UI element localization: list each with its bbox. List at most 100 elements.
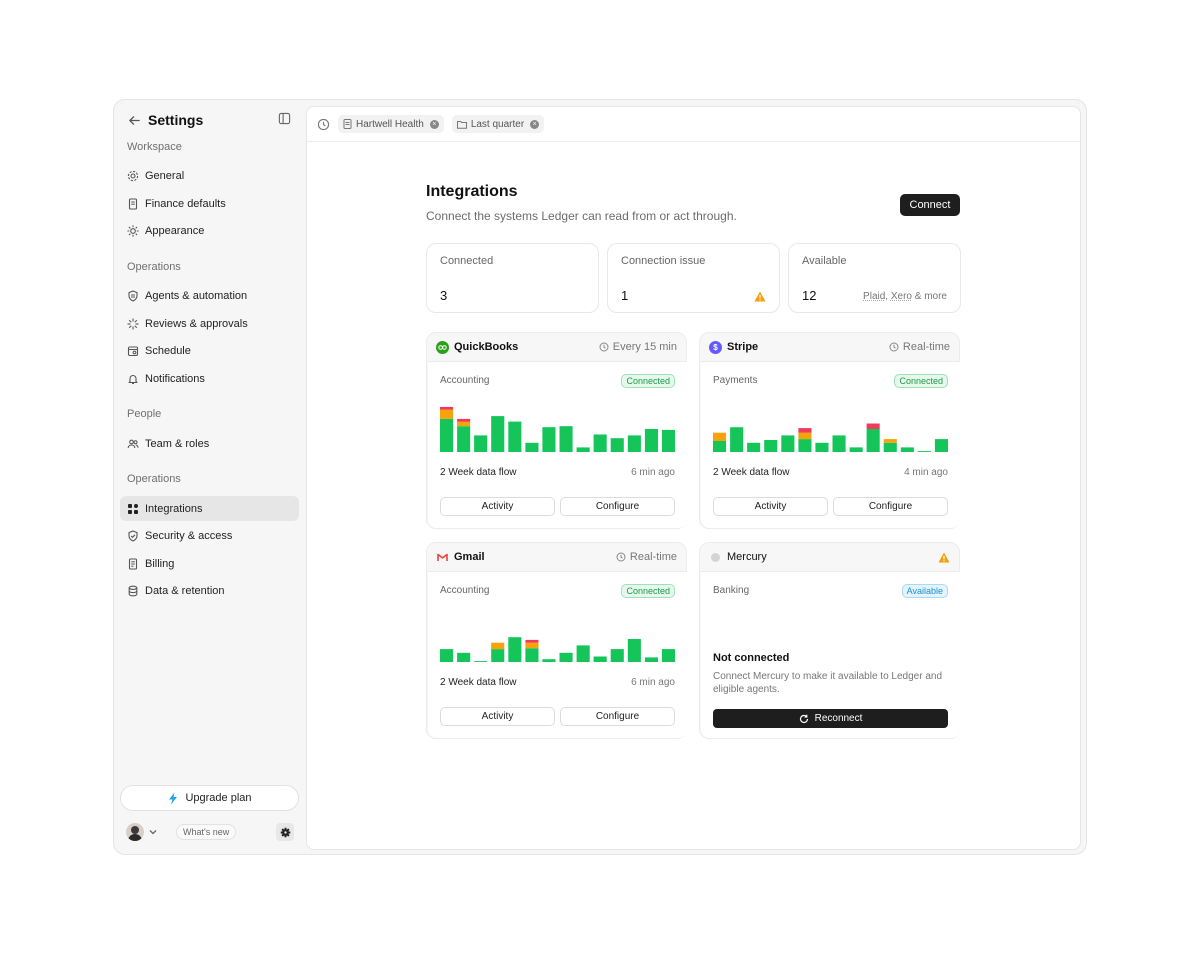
sidebar-item-security-access[interactable]: Security & access [120, 523, 299, 548]
not-connected-description: Connect Mercury to make it available to … [713, 671, 943, 695]
configure-button[interactable]: Configure [833, 497, 948, 516]
flow-bar-ok [883, 442, 897, 452]
sidebar-item-reviews-approvals[interactable]: Reviews & approvals [120, 311, 299, 336]
flow-bar-err [440, 406, 454, 410]
data-flow-label: 2 Week data flow [440, 677, 517, 688]
sidebar-item-general[interactable]: General [120, 163, 299, 188]
document-icon [343, 119, 352, 129]
flow-bar-ok [474, 661, 488, 662]
sidebar-item-label: Finance defaults [145, 197, 226, 210]
filter-chip-period[interactable]: Last quarter × [451, 115, 545, 133]
calendar-icon [126, 344, 139, 357]
sidebar-item-label: Integrations [145, 502, 203, 515]
page-subtitle: Connect the systems Ledger can read from… [426, 209, 737, 223]
integration-name: QuickBooks [454, 341, 519, 353]
flow-bar-ok [576, 645, 590, 662]
avatar[interactable] [126, 823, 144, 841]
sidebar-item-label: Data & retention [145, 584, 225, 597]
sidebar-item-appearance[interactable]: Appearance [120, 218, 299, 243]
stat-label: Connected [440, 255, 494, 267]
filter-bar: Hartwell Health × Last quarter × [307, 107, 1080, 142]
flow-bar-ok [474, 435, 488, 452]
flow-bar-ok [542, 427, 556, 452]
flow-bar-err [525, 639, 539, 643]
reconnect-button[interactable]: Reconnect [713, 709, 948, 728]
provider-plaid-link[interactable]: Plaid [863, 291, 885, 302]
flow-bar-ok [866, 429, 880, 452]
flow-bar-ok [849, 447, 863, 452]
configure-button[interactable]: Configure [560, 707, 675, 726]
close-icon[interactable]: × [429, 119, 439, 129]
sidebar-item-label: Billing [145, 557, 175, 570]
flow-bar-ok [730, 427, 744, 452]
whats-new-button[interactable]: What's new [176, 824, 237, 840]
last-updated: 6 min ago [631, 467, 675, 478]
sidebar-item-integrations[interactable]: Integrations [120, 496, 299, 521]
spinner-icon [126, 317, 139, 330]
flow-bar-ok [644, 429, 658, 452]
flow-bar-warn [457, 421, 471, 427]
status-badge: Connected [621, 374, 675, 388]
sun-icon [126, 224, 139, 237]
sidebar-toggle-icon[interactable] [278, 112, 294, 128]
frequency-label: Every 15 min [612, 341, 677, 353]
settings-window: Settings Workspace General Finance defau… [113, 99, 1087, 855]
integration-card-quickbooks: QuickBooks Every 15 min Accounting Conne… [426, 332, 687, 529]
sidebar-item-finance-defaults[interactable]: Finance defaults [120, 191, 299, 216]
flow-bar-err [866, 423, 880, 429]
sidebar-item-billing[interactable]: Billing [120, 551, 299, 576]
document-icon [126, 197, 139, 210]
close-icon[interactable]: × [530, 119, 540, 129]
clock-icon [616, 552, 626, 562]
connect-button[interactable]: Connect [900, 194, 960, 216]
quickbooks-logo-icon [436, 340, 449, 354]
flow-bar-ok [781, 435, 795, 452]
data-flow-chart [440, 406, 675, 452]
chip-label: Last quarter [470, 118, 525, 130]
provider-xero-link[interactable]: Xero [891, 291, 912, 302]
gmail-logo-icon [436, 551, 449, 564]
sidebar-item-agents-automation[interactable]: Agents & automation [120, 283, 299, 308]
configure-button[interactable]: Configure [560, 497, 675, 516]
chevron-down-icon[interactable] [148, 827, 158, 837]
bell-icon [126, 372, 139, 385]
flow-bar-warn [713, 432, 727, 441]
sidebar-item-schedule[interactable]: Schedule [120, 338, 299, 363]
sidebar-item-team-roles[interactable]: Team & roles [120, 431, 299, 456]
sidebar: Settings Workspace General Finance defau… [114, 100, 306, 854]
flow-bar-ok [627, 639, 641, 662]
back-arrow-icon[interactable] [126, 112, 142, 128]
receipt-icon [126, 557, 139, 570]
flow-bar-ok [457, 652, 471, 662]
stat-value: 1 [621, 288, 629, 303]
provider-more: & more [911, 291, 947, 302]
folder-icon [456, 120, 467, 129]
sidebar-item-label: Notifications [145, 372, 205, 385]
flow-bar-err [798, 428, 812, 433]
sidebar-item-data-retention[interactable]: Data & retention [120, 578, 299, 603]
sidebar-item-label: Team & roles [145, 437, 210, 450]
upgrade-plan-label: Upgrade plan [185, 792, 252, 804]
sidebar-item-notifications[interactable]: Notifications [120, 366, 299, 391]
flow-bar-ok [764, 440, 778, 452]
refresh-icon [799, 714, 809, 724]
integration-name: Mercury [727, 551, 767, 563]
sync-frequency: Real-time [889, 341, 950, 353]
upgrade-plan-button[interactable]: Upgrade plan [120, 785, 299, 811]
flow-bar-ok [576, 447, 590, 452]
settings-gear-button[interactable] [276, 823, 294, 841]
activity-button[interactable]: Activity [713, 497, 828, 516]
not-connected-title: Not connected [713, 652, 790, 664]
flow-bar-ok [593, 434, 607, 452]
activity-button[interactable]: Activity [440, 497, 555, 516]
data-flow-label: 2 Week data flow [440, 467, 517, 478]
database-icon [126, 584, 139, 597]
sidebar-item-label: General [145, 169, 185, 182]
filter-chip-company[interactable]: Hartwell Health × [338, 115, 444, 133]
stat-value: 12 [802, 288, 817, 303]
activity-button[interactable]: Activity [440, 707, 555, 726]
mercury-logo-icon [711, 552, 720, 562]
clock-icon[interactable] [317, 118, 330, 131]
flow-bar-ok [440, 649, 454, 662]
integration-card-gmail: Gmail Real-time Accounting Connected 2 W… [426, 542, 687, 739]
